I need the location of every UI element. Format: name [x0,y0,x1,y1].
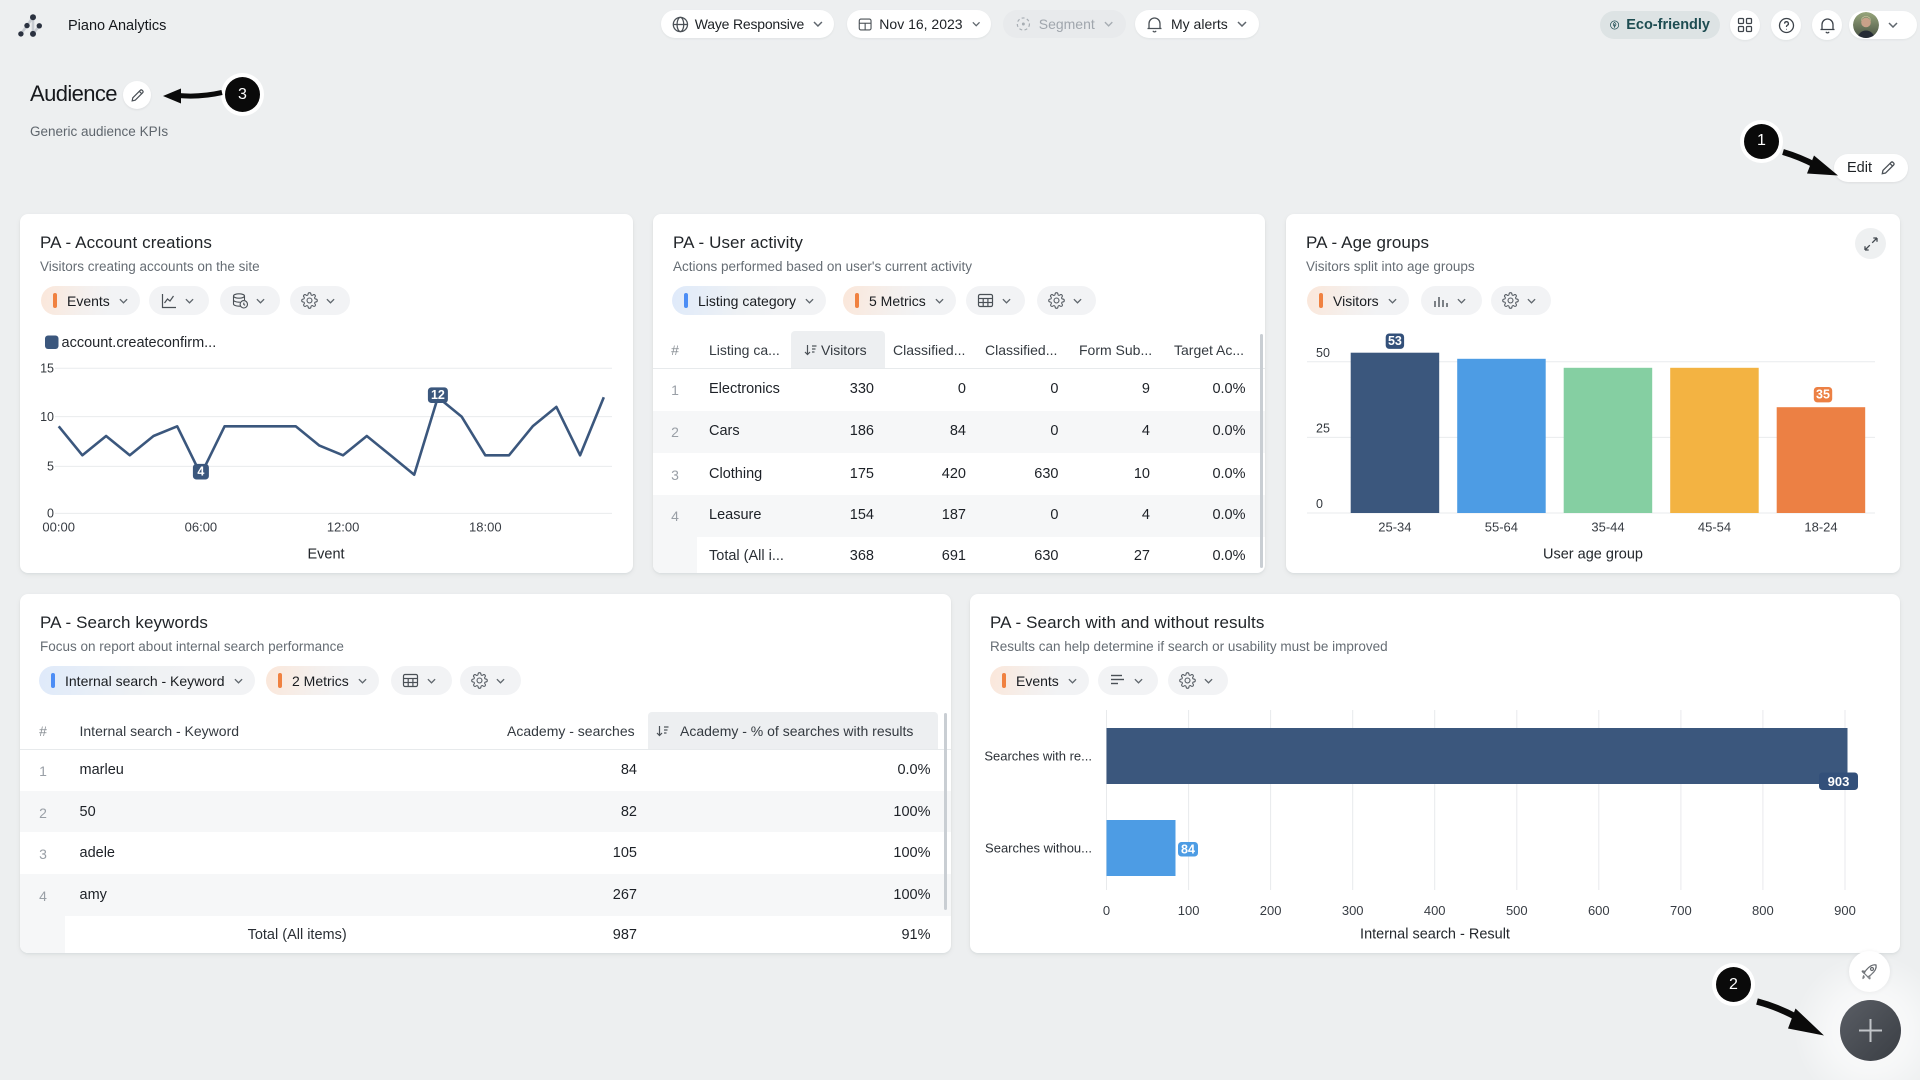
svg-text:12:00: 12:00 [327,520,360,535]
svg-text:25-34: 25-34 [1378,520,1411,535]
svg-text:900: 900 [1834,903,1856,918]
svg-text:35: 35 [1816,388,1830,402]
svg-text:300: 300 [1342,903,1364,918]
svg-text:400: 400 [1424,903,1446,918]
svg-text:Internal search - Result: Internal search - Result [1360,927,1510,943]
svg-text:Searches withou...: Searches withou... [985,841,1092,856]
svg-text:18-24: 18-24 [1804,520,1837,535]
svg-text:903: 903 [1828,774,1850,789]
svg-text:06:00: 06:00 [185,520,218,535]
svg-text:User age group: User age group [1543,547,1643,563]
svg-text:700: 700 [1670,903,1692,918]
svg-text:55-64: 55-64 [1485,520,1518,535]
svg-text:25: 25 [1316,422,1330,436]
svg-text:Searches with re...: Searches with re... [984,749,1092,764]
svg-text:53: 53 [1388,334,1402,348]
svg-text:18:00: 18:00 [469,520,502,535]
svg-text:Event: Event [307,547,344,563]
svg-text:45-54: 45-54 [1698,520,1731,535]
svg-text:200: 200 [1260,903,1282,918]
svg-text:800: 800 [1752,903,1774,918]
svg-text:4: 4 [197,465,204,479]
svg-text:0: 0 [1103,903,1110,918]
svg-text:00:00: 00:00 [42,520,75,535]
svg-text:100: 100 [1178,903,1200,918]
svg-text:84: 84 [1181,842,1195,856]
svg-text:5: 5 [47,460,54,474]
svg-text:0: 0 [1316,497,1323,511]
svg-text:600: 600 [1588,903,1610,918]
svg-text:500: 500 [1506,903,1528,918]
svg-text:12: 12 [431,388,445,402]
svg-text:50: 50 [1316,346,1330,360]
svg-text:10: 10 [40,410,54,424]
svg-text:account.createconfirm...: account.createconfirm... [62,335,217,351]
svg-text:15: 15 [40,362,54,376]
svg-text:35-44: 35-44 [1591,520,1624,535]
